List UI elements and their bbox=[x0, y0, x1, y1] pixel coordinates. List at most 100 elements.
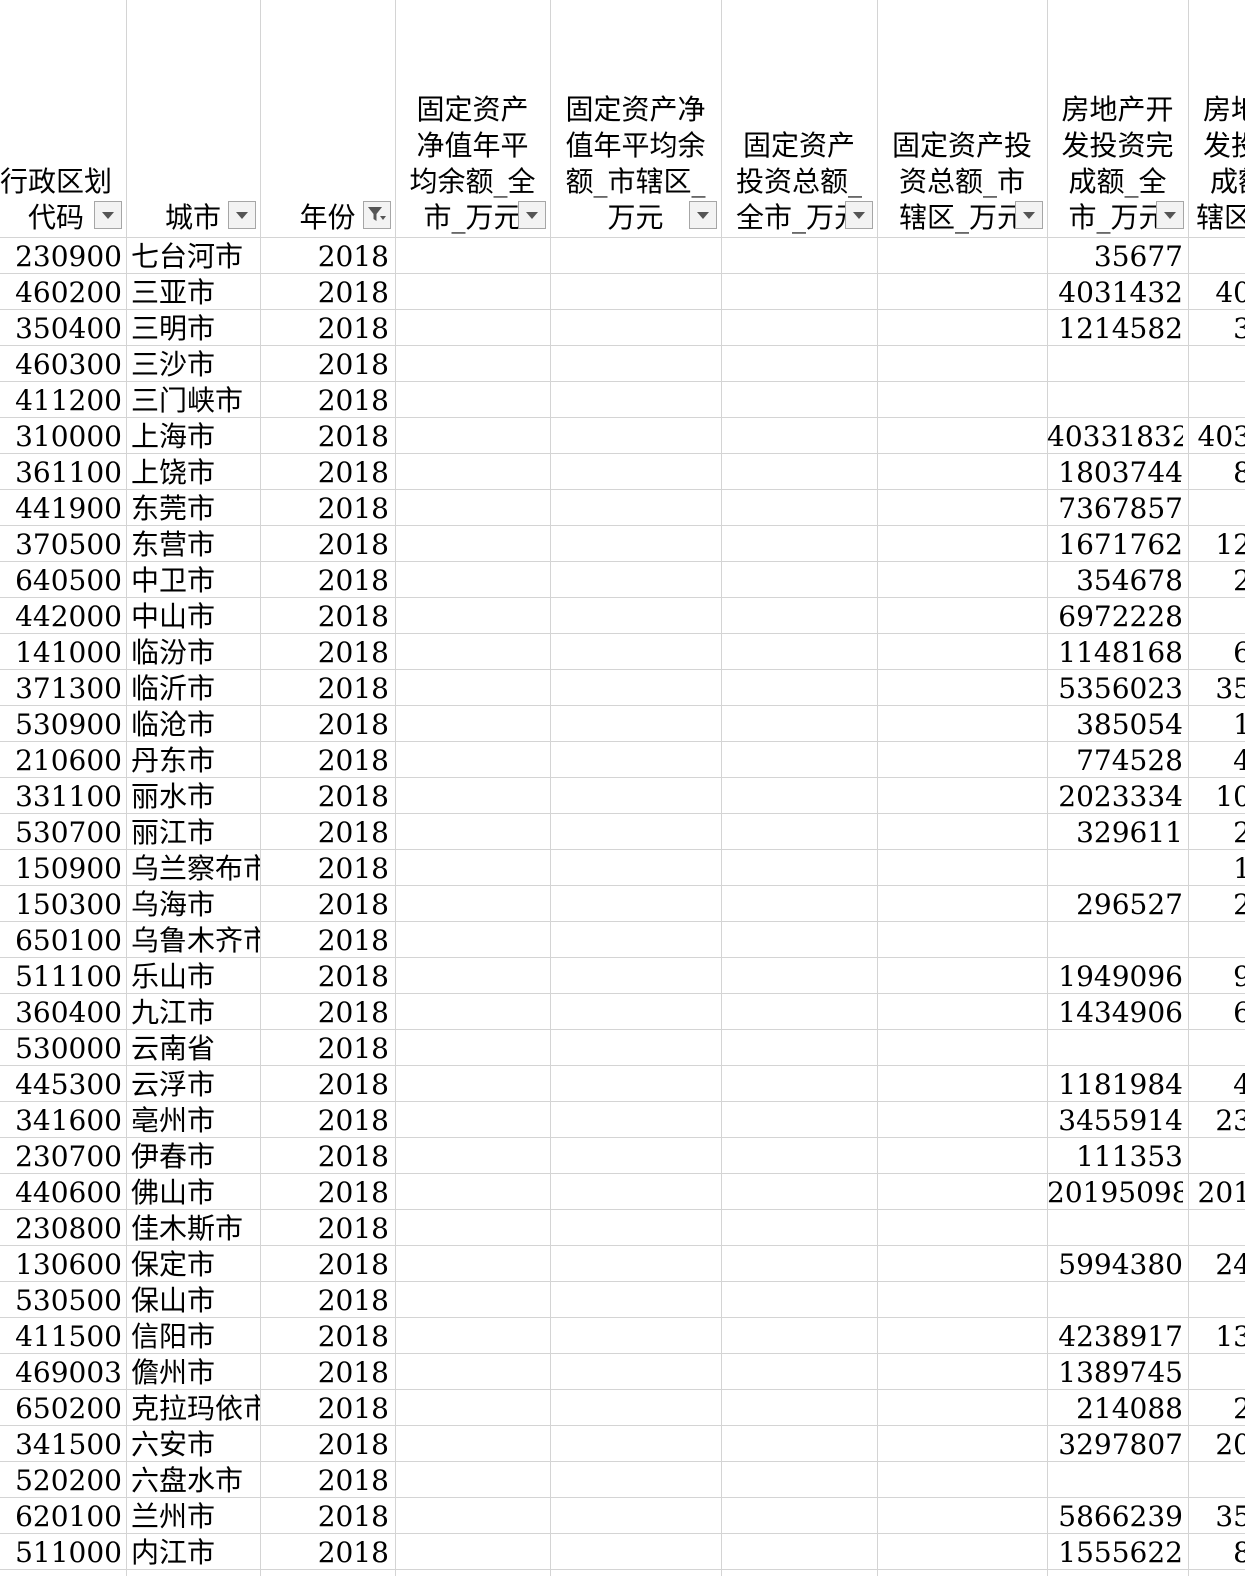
cell-year[interactable]: 2018 bbox=[260, 382, 389, 417]
cell-year[interactable]: 2018 bbox=[260, 1174, 389, 1209]
table-row[interactable]: 530500 保山市 2018 bbox=[0, 1282, 1245, 1318]
cell-re-invest-district[interactable] bbox=[1188, 1210, 1245, 1245]
cell-year[interactable]: 2018 bbox=[260, 274, 389, 309]
cell-re-invest-all[interactable]: 4031432 bbox=[1047, 274, 1183, 309]
cell-re-invest-all[interactable] bbox=[1047, 850, 1183, 885]
cell-code[interactable]: 520200 bbox=[0, 1462, 122, 1497]
cell-year[interactable]: 2018 bbox=[260, 1318, 389, 1353]
cell-re-invest-district[interactable] bbox=[1188, 346, 1245, 381]
cell-re-invest-all[interactable]: 1803744 bbox=[1047, 454, 1183, 489]
cell-year[interactable]: 2018 bbox=[260, 706, 389, 741]
cell-re-invest-all[interactable]: 7367857 bbox=[1047, 490, 1183, 525]
cell-city[interactable]: 临汾市 bbox=[131, 634, 260, 669]
cell-code[interactable]: 331100 bbox=[0, 778, 122, 813]
cell-year[interactable]: 2018 bbox=[260, 454, 389, 489]
cell-city[interactable]: 亳州市 bbox=[131, 1102, 260, 1137]
cell-year[interactable]: 2018 bbox=[260, 1462, 389, 1497]
cell-city[interactable]: 中山市 bbox=[131, 598, 260, 633]
cell-year[interactable]: 2018 bbox=[260, 562, 389, 597]
cell-re-invest-all[interactable]: 111353 bbox=[1047, 1138, 1183, 1173]
cell-year[interactable]: 2018 bbox=[260, 1138, 389, 1173]
cell-re-invest-district[interactable]: 35 bbox=[1188, 670, 1245, 705]
cell-code[interactable]: 370500 bbox=[0, 526, 122, 561]
cell-code[interactable]: 445300 bbox=[0, 1066, 122, 1101]
cell-year[interactable]: 2018 bbox=[260, 1390, 389, 1425]
cell-year[interactable]: 2018 bbox=[260, 778, 389, 813]
table-row[interactable]: 361100 上饶市 2018 1803744 8 bbox=[0, 454, 1245, 490]
cell-year[interactable]: 2018 bbox=[260, 814, 389, 849]
table-row[interactable]: 445300 云浮市 2018 1181984 4 bbox=[0, 1066, 1245, 1102]
cell-code[interactable]: 530500 bbox=[0, 1282, 122, 1317]
cell-code[interactable]: 411500 bbox=[0, 1318, 122, 1353]
cell-code[interactable]: 442000 bbox=[0, 598, 122, 633]
filter-dropdown-icon[interactable] bbox=[689, 201, 717, 229]
cell-city[interactable]: 丽水市 bbox=[131, 778, 260, 813]
cell-re-invest-district[interactable]: 1 bbox=[1188, 850, 1245, 885]
cell-city[interactable]: 内江市 bbox=[131, 1534, 260, 1569]
cell-city[interactable]: 佳木斯市 bbox=[131, 1210, 260, 1245]
cell-year[interactable]: 2018 bbox=[260, 922, 389, 957]
table-row[interactable]: 460200 三亚市 2018 4031432 40 bbox=[0, 274, 1245, 310]
cell-city[interactable]: 临沧市 bbox=[131, 706, 260, 741]
cell-year[interactable]: 2018 bbox=[260, 1246, 389, 1281]
cell-city[interactable]: 保山市 bbox=[131, 1282, 260, 1317]
cell-code[interactable]: 460300 bbox=[0, 346, 122, 381]
cell-city[interactable]: 中卫市 bbox=[131, 562, 260, 597]
cell-year[interactable]: 2018 bbox=[260, 1210, 389, 1245]
cell-re-invest-district[interactable]: 10 bbox=[1188, 778, 1245, 813]
table-row[interactable]: 370500 东营市 2018 1671762 12 bbox=[0, 526, 1245, 562]
cell-code[interactable]: 640500 bbox=[0, 562, 122, 597]
cell-code[interactable]: 511100 bbox=[0, 958, 122, 993]
cell-code[interactable]: 440600 bbox=[0, 1174, 122, 1209]
cell-code[interactable]: 150900 bbox=[0, 850, 122, 885]
cell-code[interactable]: 411200 bbox=[0, 382, 122, 417]
cell-re-invest-all[interactable]: 774528 bbox=[1047, 742, 1183, 777]
cell-year[interactable]: 2018 bbox=[260, 1102, 389, 1137]
table-row[interactable]: 341600 亳州市 2018 3455914 23 bbox=[0, 1102, 1245, 1138]
cell-re-invest-district[interactable] bbox=[1188, 1030, 1245, 1065]
cell-re-invest-district[interactable] bbox=[1188, 382, 1245, 417]
cell-re-invest-all[interactable]: 1181984 bbox=[1047, 1066, 1183, 1101]
cell-code[interactable]: 310000 bbox=[0, 418, 122, 453]
cell-code[interactable]: 350400 bbox=[0, 310, 122, 345]
cell-city[interactable]: 兰州市 bbox=[131, 1498, 260, 1533]
cell-city[interactable]: 七台河市 bbox=[131, 238, 260, 273]
cell-code[interactable]: 650100 bbox=[0, 922, 122, 957]
table-row[interactable]: 511100 乐山市 2018 1949096 9 bbox=[0, 958, 1245, 994]
cell-code[interactable]: 210600 bbox=[0, 742, 122, 777]
cell-code[interactable]: 360400 bbox=[0, 994, 122, 1029]
cell-re-invest-all[interactable] bbox=[1047, 922, 1183, 957]
cell-city[interactable]: 云浮市 bbox=[131, 1066, 260, 1101]
cell-re-invest-district[interactable] bbox=[1188, 238, 1245, 273]
cell-city[interactable]: 丽江市 bbox=[131, 814, 260, 849]
cell-city[interactable]: 儋州市 bbox=[131, 1354, 260, 1389]
cell-code[interactable]: 150300 bbox=[0, 886, 122, 921]
table-row[interactable]: 371300 临沂市 2018 5356023 35 bbox=[0, 670, 1245, 706]
cell-year[interactable]: 2018 bbox=[260, 994, 389, 1029]
table-row[interactable]: 210600 丹东市 2018 774528 4 bbox=[0, 742, 1245, 778]
cell-re-invest-all[interactable]: 329611 bbox=[1047, 814, 1183, 849]
table-row[interactable]: 511000 内江市 2018 1555622 8 bbox=[0, 1534, 1245, 1570]
table-row[interactable]: 360400 九江市 2018 1434906 6 bbox=[0, 994, 1245, 1030]
cell-city[interactable]: 信阳市 bbox=[131, 1318, 260, 1353]
table-row[interactable]: 130600 保定市 2018 5994380 24 bbox=[0, 1246, 1245, 1282]
cell-city[interactable]: 丹东市 bbox=[131, 742, 260, 777]
cell-code[interactable]: 460200 bbox=[0, 274, 122, 309]
cell-re-invest-district[interactable] bbox=[1188, 1354, 1245, 1389]
cell-re-invest-all[interactable]: 2023334 bbox=[1047, 778, 1183, 813]
cell-re-invest-all[interactable]: 40331832 bbox=[1047, 418, 1183, 453]
cell-year[interactable]: 2018 bbox=[260, 1030, 389, 1065]
cell-re-invest-district[interactable]: 40 bbox=[1188, 274, 1245, 309]
table-row[interactable]: 230900 七台河市 2018 35677 bbox=[0, 238, 1245, 274]
cell-code[interactable]: 511000 bbox=[0, 1534, 122, 1569]
filter-dropdown-icon[interactable] bbox=[1015, 201, 1043, 229]
cell-re-invest-district[interactable]: 13 bbox=[1188, 1318, 1245, 1353]
spreadsheet-grid[interactable]: 行政区划 代码 城市 年份 固定资产 净值年平 均余额_全 市_万元 固定资产净 值年平… bbox=[0, 0, 1245, 1576]
filter-dropdown-icon[interactable] bbox=[518, 201, 546, 229]
table-row[interactable]: 460300 三沙市 2018 bbox=[0, 346, 1245, 382]
cell-re-invest-district[interactable] bbox=[1188, 598, 1245, 633]
cell-year[interactable]: 2018 bbox=[260, 490, 389, 525]
cell-re-invest-district[interactable]: 2 bbox=[1188, 886, 1245, 921]
cell-code[interactable]: 230800 bbox=[0, 1210, 122, 1245]
table-row[interactable]: 331100 丽水市 2018 2023334 10 bbox=[0, 778, 1245, 814]
